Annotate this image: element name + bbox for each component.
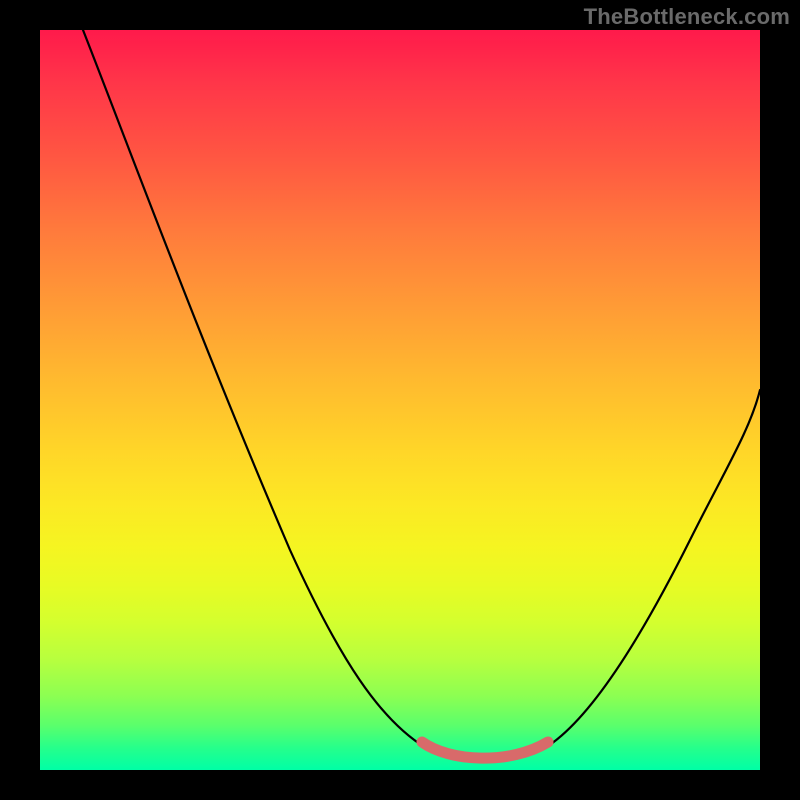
curve-highlight: [422, 742, 548, 758]
chart-frame: TheBottleneck.com: [0, 0, 800, 800]
curve-right-branch: [545, 390, 760, 748]
watermark-text: TheBottleneck.com: [584, 4, 790, 30]
plot-area: [40, 30, 760, 770]
curve-left-branch: [83, 30, 426, 748]
curve-svg: [40, 30, 760, 770]
